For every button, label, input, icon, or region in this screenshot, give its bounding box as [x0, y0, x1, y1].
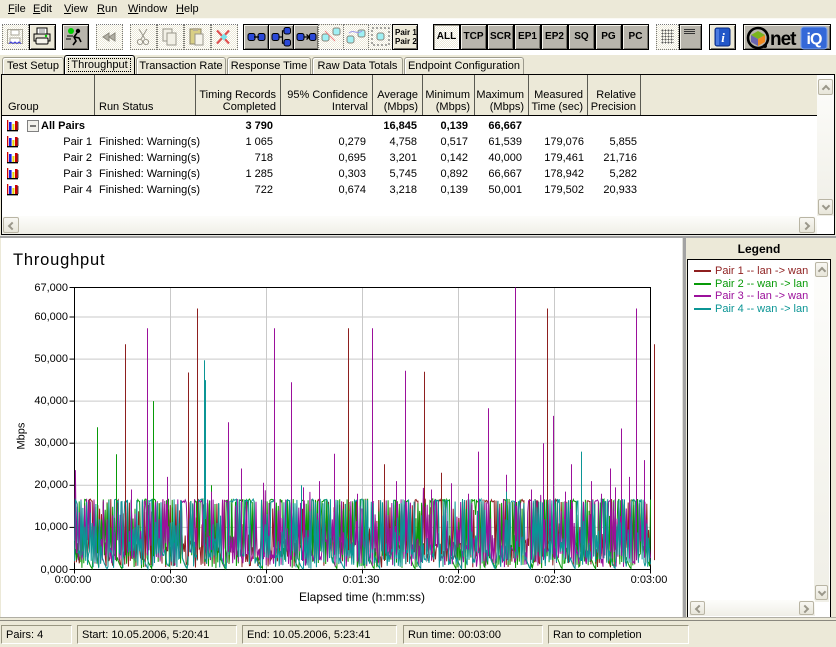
svg-text:net: net — [770, 29, 797, 50]
svg-text:iQ: iQ — [807, 31, 822, 48]
svg-text:i: i — [721, 30, 725, 45]
svg-text:Mbps: Mbps — [16, 422, 28, 449]
